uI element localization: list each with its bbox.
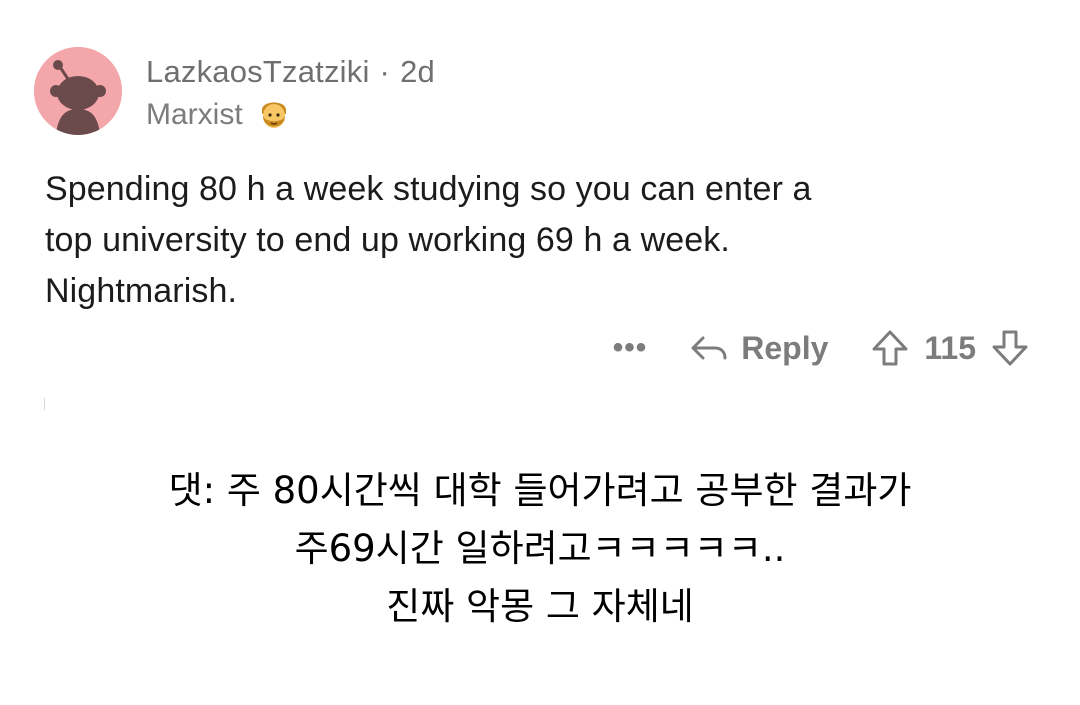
reply-button[interactable]: Reply	[689, 330, 828, 367]
upvote-button[interactable]	[870, 328, 910, 368]
caption-line-1: 댓: 주 80시간씩 대학 들어가려고 공부한 결과가	[168, 469, 912, 512]
meta-separator: ·	[379, 54, 391, 89]
caption-line-3: 진짜 악몽 그 자체네	[386, 585, 694, 628]
vote-controls: 115	[870, 328, 1030, 368]
caption-line-2: 주69시간 일하려고ㅋㅋㅋㅋㅋ..	[294, 527, 786, 570]
flair-text: Marxist	[146, 98, 243, 131]
more-options-button[interactable]: •••	[613, 326, 648, 370]
reply-label: Reply	[741, 329, 829, 366]
user-avatar[interactable]	[34, 47, 122, 135]
reddit-comment: LazkaosTzatziki · 2d Marxist Spending 80 h…	[0, 0, 1080, 410]
upvote-arrow-icon	[872, 330, 908, 366]
username-link[interactable]: LazkaosTzatziki	[146, 54, 370, 89]
user-flair: Marxist	[146, 96, 291, 134]
comment-age: 2d	[400, 54, 435, 89]
downvote-button[interactable]	[990, 328, 1030, 368]
snoo-avatar-icon	[34, 47, 122, 135]
man-bearded-emoji-icon	[257, 96, 291, 134]
comment-body: Spending 80 h a week studying so you can…	[45, 170, 812, 310]
korean-caption: 댓: 주 80시간씩 대학 들어가려고 공부한 결과가 주69시간 일하려고ㅋㅋ…	[0, 462, 1080, 636]
comment-meta: LazkaosTzatziki · 2d	[146, 54, 435, 90]
vote-score: 115	[924, 329, 976, 366]
reply-arrow-icon	[691, 336, 727, 360]
divider-mark	[44, 398, 45, 410]
downvote-arrow-icon	[992, 330, 1028, 366]
comment-actions: ••• Reply 115	[613, 326, 1030, 370]
